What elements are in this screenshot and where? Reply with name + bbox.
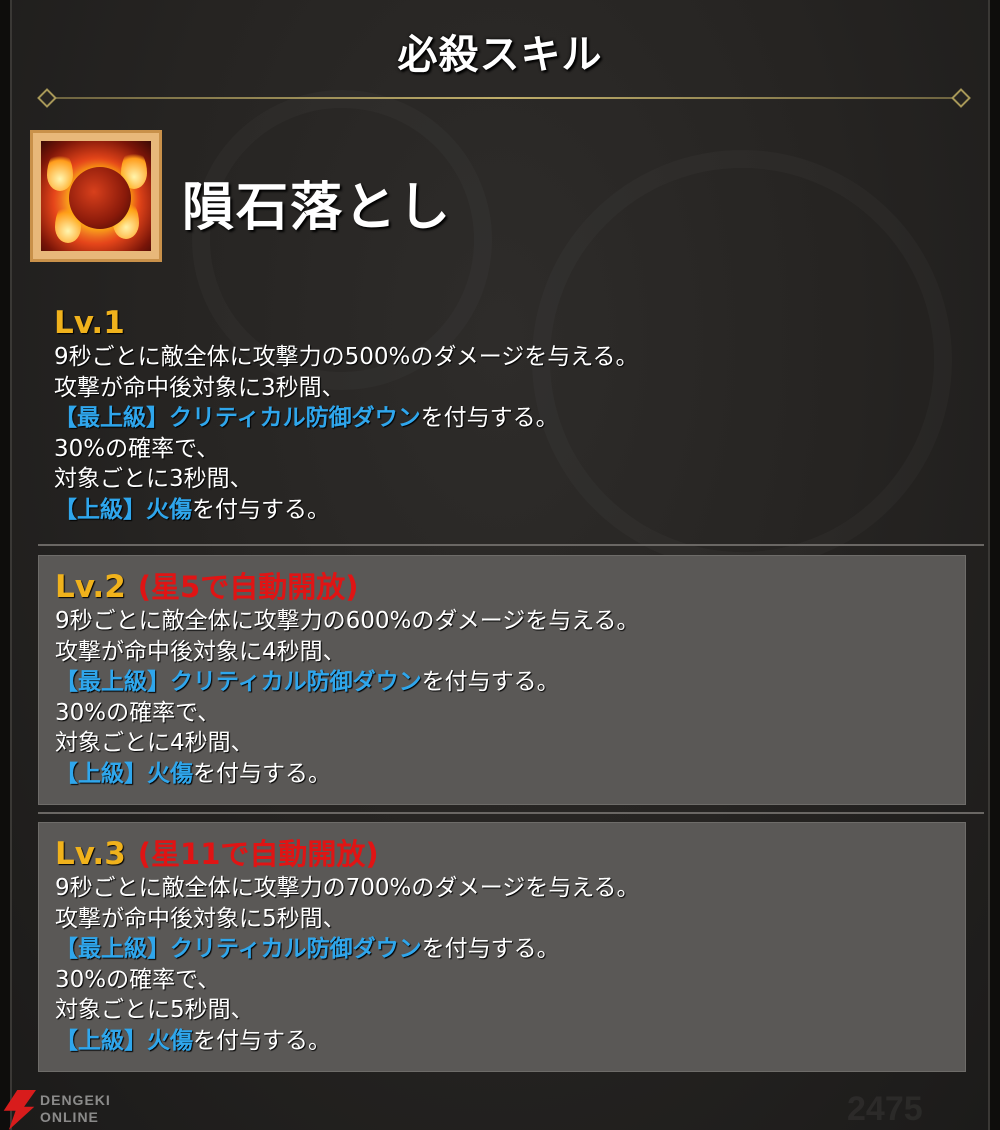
debuff-line: 【上級】火傷を付与する。 [55,759,965,790]
debuff-name: 【上級】火傷 [54,496,192,523]
description-line: 9秒ごとに敵全体に攻撃力の600%のダメージを与える。 [55,608,640,634]
divider-line [54,97,954,99]
diamond-ornament-icon [951,88,971,108]
level-label: Lv.2 [55,569,126,605]
section-separator [38,544,984,546]
title-divider [34,88,974,108]
meteor-fire-icon [30,130,162,262]
debuff-line: 【最上級】クリティカル防御ダウンを付与する。 [54,403,982,434]
description-line: 攻撃が命中後対象に5秒間、 [55,905,346,932]
skill-name: 隕石落とし [182,178,453,238]
debuff-line: 【最上級】クリティカル防御ダウンを付与する。 [55,667,965,698]
debuff-line: 【上級】火傷を付与する。 [54,495,982,526]
description-line: 30%の確率で、 [55,966,221,993]
level-label: Lv.3 [55,836,126,872]
unlock-condition: (星5で自動開放) [137,570,359,604]
debuff-suffix: を付与する。 [192,496,330,523]
level-header: Lv.2 (星5で自動開放) [55,568,965,606]
dengeki-online-logo: DENGEKI ONLINE [2,1090,132,1130]
debuff-line: 【上級】火傷を付与する。 [55,1026,965,1057]
debuff-name: 【最上級】クリティカル防御ダウン [54,405,421,431]
debuff-name: 【最上級】クリティカル防御ダウン [55,936,422,962]
level-2-section: Lv.2 (星5で自動開放) 9秒ごとに敵全体に攻撃力の600%のダメージを与える… [38,555,966,805]
description-line: 9秒ごとに敵全体に攻撃力の500%のダメージを与える。 [54,344,639,370]
description-line: 対象ごとに3秒間、 [54,466,253,492]
description-line: 対象ごとに4秒間、 [55,730,254,756]
level-3-section: Lv.3 (星11で自動開放) 9秒ごとに敵全体に攻撃力の700%のダメージを与え… [38,822,966,1072]
watermark-text: DENGEKI [40,1092,111,1108]
description-line: 対象ごとに5秒間、 [55,997,254,1023]
level-header: Lv.1 [54,304,982,342]
level-header: Lv.3 (星11で自動開放) [55,835,965,873]
lightning-bolt-icon [3,1090,36,1130]
diamond-ornament-icon [37,88,57,108]
debuff-name: 【上級】火傷 [55,1027,193,1054]
description-line: 30%の確率で、 [54,435,220,462]
background-number: 2475 [847,1090,923,1128]
debuff-suffix: を付与する。 [193,760,331,787]
debuff-suffix: を付与する。 [421,669,560,695]
debuff-suffix: を付与する。 [421,936,560,962]
description-line: 30%の確率で、 [55,699,221,726]
debuff-name: 【最上級】クリティカル防御ダウン [55,669,422,695]
debuff-name: 【上級】火傷 [55,760,193,787]
debuff-suffix: を付与する。 [193,1027,331,1054]
skill-panel: 必殺スキル 隕石落とし Lv.1 9秒ごとに敵全体に攻撃力の500%のダメージを… [10,0,990,1130]
description-line: 9秒ごとに敵全体に攻撃力の700%のダメージを与える。 [55,875,640,901]
level-label: Lv.1 [54,305,125,341]
level-1-section: Lv.1 9秒ごとに敵全体に攻撃力の500%のダメージを与える。 攻撃が命中後対… [54,304,982,525]
unlock-condition: (星11で自動開放) [137,837,379,871]
panel-title: 必殺スキル [397,32,603,78]
debuff-line: 【最上級】クリティカル防御ダウンを付与する。 [55,934,965,965]
description-line: 攻撃が命中後対象に3秒間、 [54,374,345,401]
debuff-suffix: を付与する。 [420,405,559,431]
section-separator [38,812,984,814]
description-line: 攻撃が命中後対象に4秒間、 [55,638,346,665]
watermark-text: ONLINE [40,1109,99,1125]
